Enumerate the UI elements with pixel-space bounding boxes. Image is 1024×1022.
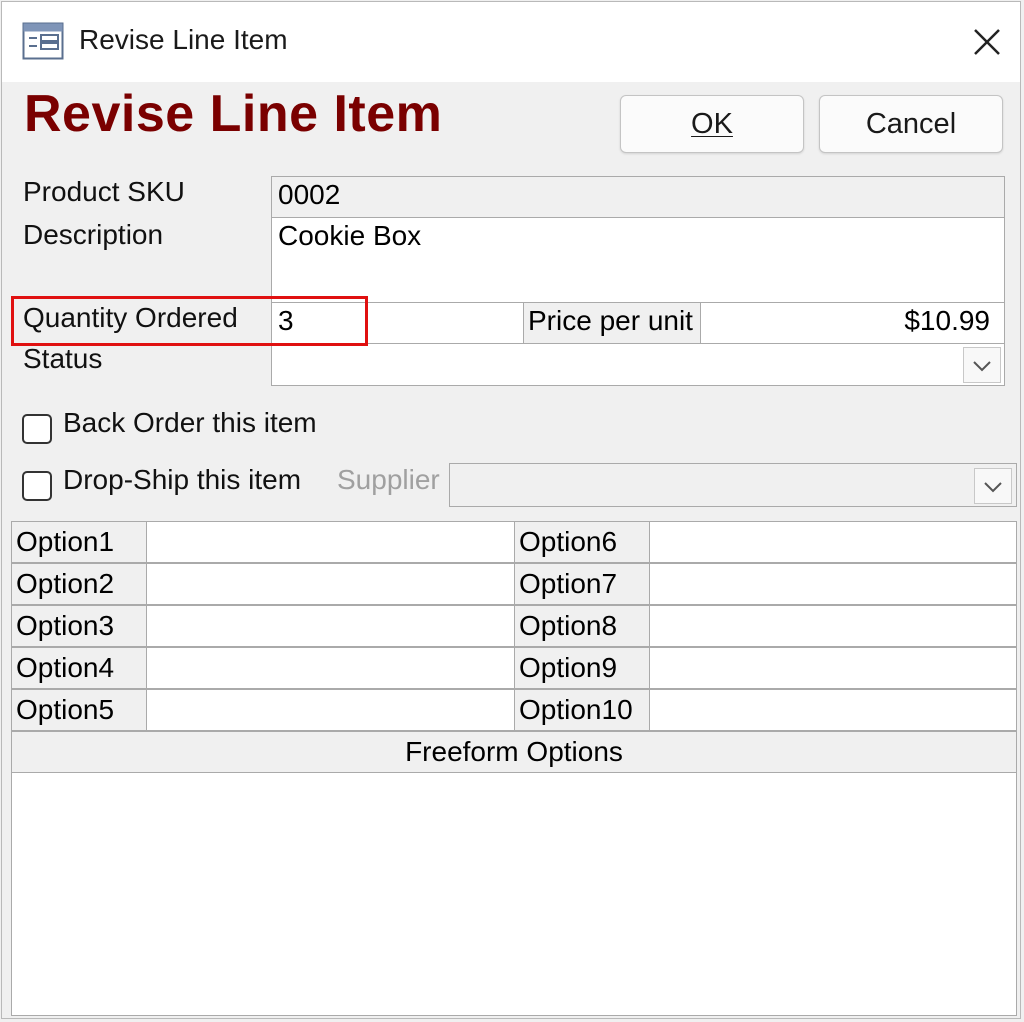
option-label: Option9 — [514, 647, 650, 689]
quantity-ordered-label: Quantity Ordered — [23, 302, 238, 333]
close-icon[interactable] — [967, 22, 1007, 62]
supplier-dropdown[interactable] — [449, 463, 1017, 507]
description-label: Description — [23, 219, 164, 250]
option-field[interactable] — [649, 647, 1017, 689]
option-label: Option8 — [514, 605, 650, 647]
option-field[interactable] — [146, 521, 515, 563]
status-label: Status — [23, 343, 103, 374]
dialog-window: Revise Line Item Revise Line Item OK Can… — [1, 1, 1021, 1019]
drop-ship-checkbox[interactable] — [22, 471, 52, 501]
option-field[interactable] — [649, 563, 1017, 605]
window-title: Revise Line Item — [79, 24, 288, 55]
option-field[interactable] — [146, 689, 515, 731]
product-sku-label: Product SKU — [23, 176, 185, 207]
product-sku-field[interactable]: 0002 — [271, 176, 1005, 218]
chevron-down-icon — [984, 482, 1002, 493]
option-field[interactable] — [649, 605, 1017, 647]
quantity-ordered-field[interactable]: 3 — [271, 302, 524, 344]
chevron-down-icon — [973, 361, 991, 372]
option-field[interactable] — [146, 605, 515, 647]
status-dropdown-button[interactable] — [963, 347, 1001, 383]
option-label: Option7 — [514, 563, 650, 605]
drop-ship-label: Drop-Ship this item — [63, 464, 302, 495]
back-order-checkbox[interactable] — [22, 414, 52, 444]
option-field[interactable] — [146, 647, 515, 689]
option-field[interactable] — [649, 689, 1017, 731]
title-bar: Revise Line Item — [2, 2, 1020, 82]
option-field[interactable] — [649, 521, 1017, 563]
cancel-button[interactable]: Cancel — [819, 95, 1003, 153]
option-label: Option1 — [11, 521, 147, 563]
freeform-options-textarea[interactable] — [11, 772, 1017, 1016]
cancel-button-label: Cancel — [865, 108, 957, 140]
supplier-dropdown-button[interactable] — [974, 468, 1012, 504]
supplier-label: Supplier — [337, 464, 440, 495]
option-label: Option3 — [11, 605, 147, 647]
description-field[interactable]: Cookie Box — [271, 217, 1005, 303]
option-label: Option4 — [11, 647, 147, 689]
back-order-label: Back Order this item — [63, 407, 317, 438]
form-icon — [22, 22, 64, 60]
status-dropdown[interactable] — [271, 343, 1005, 386]
price-per-unit-field[interactable]: $10.99 — [700, 302, 1005, 344]
option-label: Option2 — [11, 563, 147, 605]
price-per-unit-label: Price per unit — [523, 302, 701, 344]
freeform-options-header: Freeform Options — [11, 731, 1017, 773]
option-field[interactable] — [146, 563, 515, 605]
option-label: Option10 — [514, 689, 650, 731]
form-heading: Revise Line Item — [24, 85, 443, 143]
option-label: Option5 — [11, 689, 147, 731]
ok-button-label: OK — [691, 108, 733, 140]
option-label: Option6 — [514, 521, 650, 563]
ok-button[interactable]: OK — [620, 95, 804, 153]
